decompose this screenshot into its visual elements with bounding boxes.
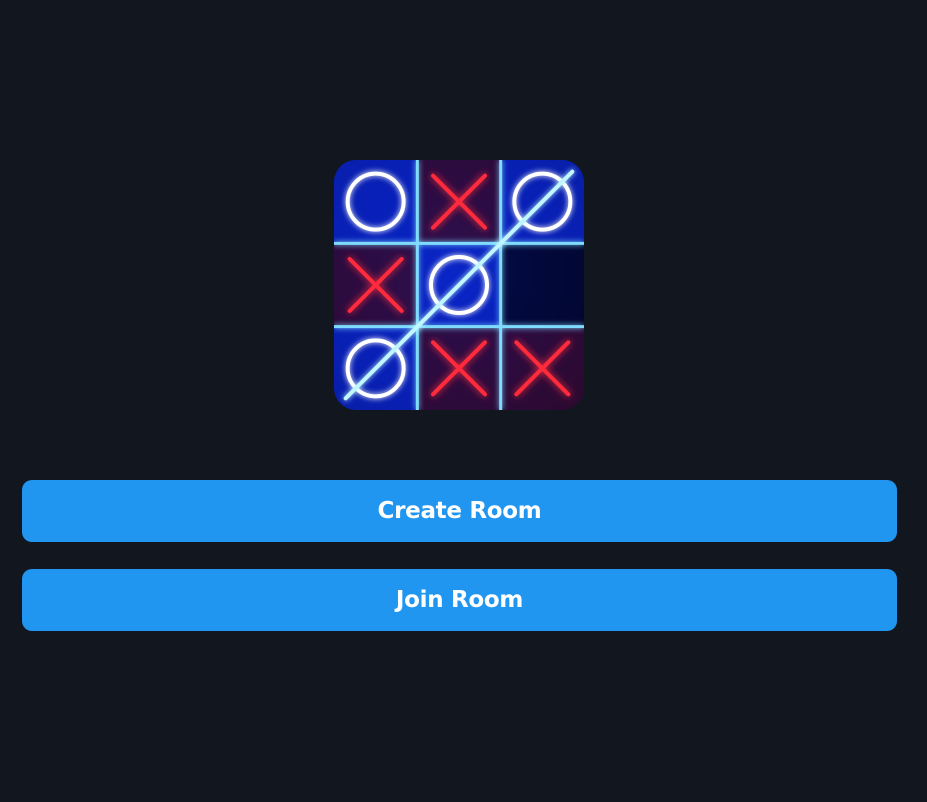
create-room-button[interactable]: Create Room	[22, 480, 897, 542]
board-cell	[500, 243, 584, 327]
tic-tac-toe-neon-icon	[334, 160, 584, 410]
join-room-button[interactable]: Join Room	[22, 569, 897, 631]
app-logo	[334, 160, 584, 410]
